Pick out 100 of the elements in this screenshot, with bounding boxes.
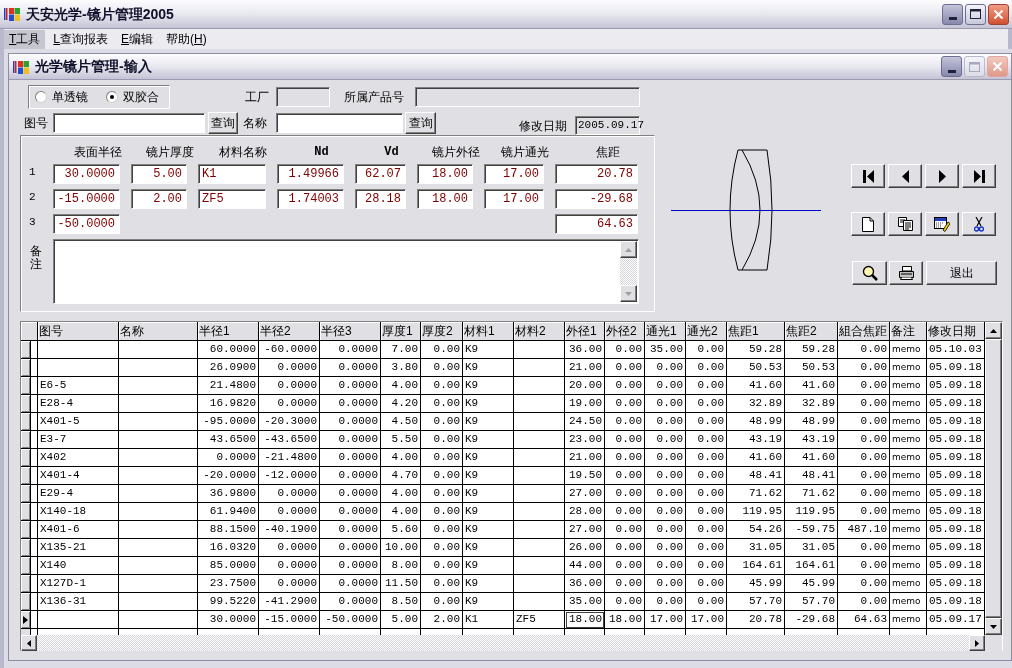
row-header[interactable]: [21, 539, 31, 557]
column-header[interactable]: 修改日期: [927, 322, 985, 341]
column-header[interactable]: 图号: [38, 322, 119, 341]
row-header[interactable]: [21, 593, 31, 611]
menu-item[interactable]: 帮助(H): [161, 29, 212, 49]
cut-button[interactable]: [962, 212, 996, 236]
column-header[interactable]: 材料2: [514, 322, 565, 341]
row-header[interactable]: [21, 611, 31, 629]
row-header[interactable]: [21, 485, 31, 503]
input-field[interactable]: [53, 113, 205, 133]
table-cell: 0.00: [686, 395, 727, 413]
first-record-button[interactable]: [851, 164, 885, 188]
table-cell: 0.00: [686, 503, 727, 521]
menu-item[interactable]: E编辑: [116, 29, 159, 49]
input-field[interactable]: [276, 113, 403, 133]
value-field[interactable]: -29.68: [555, 189, 638, 209]
query-button[interactable]: 查询: [405, 112, 436, 134]
column-header[interactable]: 名称: [119, 322, 198, 341]
table-cell: 19.50: [565, 467, 605, 485]
row-header[interactable]: [21, 413, 31, 431]
row-header[interactable]: [21, 395, 31, 413]
printer-icon: [897, 266, 915, 280]
table-cell: 0.0000: [320, 575, 381, 593]
table-cell: X401-6: [38, 521, 119, 539]
column-header[interactable]: 厚度2: [421, 322, 463, 341]
scroll-down-button[interactable]: [985, 618, 1002, 635]
scroll-up-button[interactable]: [985, 322, 1002, 339]
row-header[interactable]: [21, 431, 31, 449]
value-field[interactable]: K1: [198, 164, 266, 184]
value-field[interactable]: 30.0000: [53, 164, 120, 184]
value-field[interactable]: 1.74003: [277, 189, 344, 209]
exit-button[interactable]: 退出: [926, 261, 997, 285]
column-header[interactable]: 半径3: [320, 322, 381, 341]
column-header[interactable]: 通光1: [645, 322, 686, 341]
value-field[interactable]: 18.00: [417, 164, 473, 184]
value-field[interactable]: 17.00: [484, 164, 544, 184]
scroll-left-button[interactable]: [21, 635, 37, 651]
value-field[interactable]: 2.00: [131, 189, 187, 209]
scroll-down-button[interactable]: [620, 285, 637, 302]
column-header[interactable]: 厚度1: [381, 322, 421, 341]
row-header[interactable]: [21, 575, 31, 593]
radio-button[interactable]: 单透镜: [35, 88, 88, 106]
scroll-right-button[interactable]: [969, 635, 985, 651]
value-field[interactable]: 1.49966: [277, 164, 344, 184]
table-cell: 0.0000: [259, 539, 320, 557]
column-header[interactable]: 外径2: [605, 322, 645, 341]
minimize-button[interactable]: [941, 56, 962, 77]
value-field[interactable]: 62.07: [355, 164, 406, 184]
skip-end-icon: [973, 169, 985, 183]
value-field[interactable]: 17.00: [484, 189, 544, 209]
column-header[interactable]: 半径2: [259, 322, 320, 341]
row-header[interactable]: [21, 503, 31, 521]
scroll-up-button[interactable]: [620, 241, 637, 258]
value-field[interactable]: 28.18: [355, 189, 406, 209]
radio-button[interactable]: 双胶合: [106, 88, 159, 106]
row-header[interactable]: [21, 467, 31, 485]
table-cell: 24.50: [565, 413, 605, 431]
horizontal-scrollbar[interactable]: [21, 635, 985, 651]
last-record-button[interactable]: [962, 164, 996, 188]
close-button[interactable]: [988, 3, 1009, 25]
menu-item[interactable]: L查询报表: [48, 29, 114, 49]
remarks-field[interactable]: [53, 239, 639, 304]
new-button[interactable]: [851, 212, 885, 236]
value-field[interactable]: 5.00: [131, 164, 187, 184]
table-cell: 0.00: [686, 593, 727, 611]
print-button[interactable]: [889, 261, 923, 285]
table-cell: K9: [463, 467, 514, 485]
row-header[interactable]: [21, 557, 31, 575]
row-header[interactable]: [21, 359, 31, 377]
value-field[interactable]: 18.00: [417, 189, 473, 209]
edit-button[interactable]: [925, 212, 959, 236]
query-button[interactable]: 查询: [208, 112, 238, 134]
table-cell: 0.00: [686, 449, 727, 467]
value-field[interactable]: 20.78: [555, 164, 638, 184]
row-header[interactable]: [21, 521, 31, 539]
value-field[interactable]: 64.63: [555, 214, 638, 234]
column-header[interactable]: 通光2: [686, 322, 727, 341]
menu-item[interactable]: T工具: [4, 29, 46, 49]
row-header[interactable]: [21, 377, 31, 395]
next-record-button[interactable]: [925, 164, 959, 188]
value-field[interactable]: -50.0000: [53, 214, 120, 234]
vertical-scrollbar[interactable]: [620, 241, 637, 302]
value-field[interactable]: ZF5: [198, 189, 266, 209]
minimize-button[interactable]: [942, 3, 963, 25]
column-header[interactable]: 外径1: [565, 322, 605, 341]
column-header[interactable]: 組合焦距: [838, 322, 890, 341]
row-header[interactable]: [21, 341, 31, 359]
copy-button[interactable]: [888, 212, 922, 236]
maximize-button[interactable]: [965, 3, 986, 25]
table-cell: 0.00: [838, 341, 890, 359]
table-cell: K9: [463, 395, 514, 413]
column-header[interactable]: 材料1: [463, 322, 514, 341]
search-button[interactable]: [852, 261, 887, 285]
value-field[interactable]: -15.0000: [53, 189, 120, 209]
previous-record-button[interactable]: [888, 164, 922, 188]
row-header[interactable]: [21, 449, 31, 467]
column-header[interactable]: 半径1: [198, 322, 259, 341]
column-header[interactable]: 焦距2: [785, 322, 838, 341]
column-header[interactable]: 焦距1: [727, 322, 785, 341]
column-header[interactable]: 备注: [890, 322, 927, 341]
